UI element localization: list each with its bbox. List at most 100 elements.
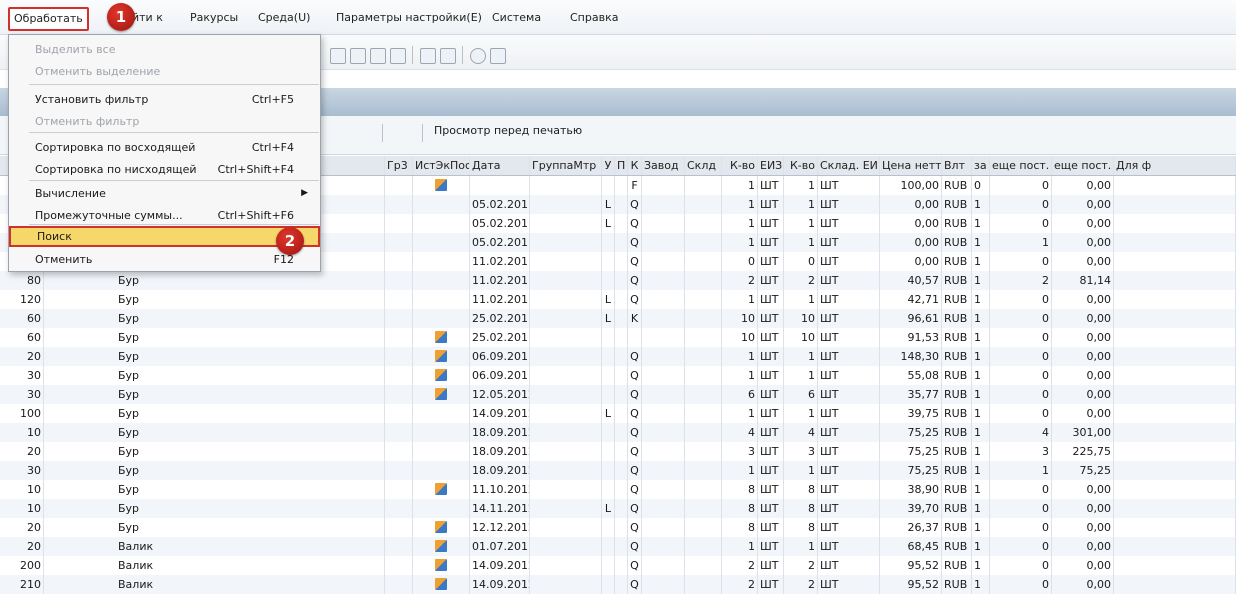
table-row[interactable]: 10 Бур 18.09.2012 Q 4 ШТ 4 ШТ 75,25 RUB 1 4 301,00 [0,423,1236,442]
cell-stock-uom[interactable]: ШТ [818,499,880,518]
cell-qty[interactable]: 1 [722,233,758,252]
cell-k[interactable]: Q [628,290,642,309]
cell-per[interactable]: 1 [972,480,990,499]
cell-stock-uom[interactable]: ШТ [818,423,880,442]
cell-plant[interactable] [642,195,685,214]
cell-u[interactable] [602,271,615,290]
cell-u[interactable] [602,537,615,556]
cell-date[interactable]: 06.09.2011 [470,366,530,385]
new-session-icon[interactable] [420,48,436,64]
column-header[interactable]: еще пост. [990,156,1052,175]
cell-per[interactable]: 1 [972,404,990,423]
cell-material-group[interactable] [530,271,602,290]
cell-for[interactable] [1114,404,1236,423]
cell-group3[interactable] [385,499,413,518]
cell-p[interactable] [615,518,628,537]
stock-chart-icon[interactable] [435,179,447,191]
cell-material-name[interactable]: Бур [44,366,385,385]
cell-stock-uom[interactable]: ШТ [818,347,880,366]
cell-still-to-deliver[interactable]: 0 [990,366,1052,385]
menu-item[interactable]: ПоискCt [9,226,320,247]
cell-source-icon[interactable] [413,499,470,518]
cell-u[interactable] [602,347,615,366]
table-row[interactable]: 30 Бур 18.09.2012 Q 1 ШТ 1 ШТ 75,25 RUB 1 1 75,25 [0,461,1236,480]
cell-for[interactable] [1114,347,1236,366]
cell-group3[interactable] [385,404,413,423]
cell-p[interactable] [615,328,628,347]
cell-for[interactable] [1114,366,1236,385]
cell-per[interactable]: 1 [972,385,990,404]
cell-u[interactable] [602,233,615,252]
cell-qty[interactable]: 2 [722,575,758,594]
cell-still-to-deliver[interactable]: 0 [990,214,1052,233]
cell-per[interactable]: 1 [972,309,990,328]
cell-qty2[interactable]: 1 [784,195,818,214]
cell-order-qty[interactable]: 30 [0,385,44,404]
cell-currency[interactable]: RUB [942,366,972,385]
cell-u[interactable] [602,366,615,385]
cell-storage[interactable] [685,328,722,347]
column-header[interactable]: К-во [722,156,758,175]
table-row[interactable]: 30 Бур 06.09.2011 Q 1 ШТ 1 ШТ 55,08 RUB 1 0 0,00 [0,366,1236,385]
cell-group3[interactable] [385,537,413,556]
menu-edit[interactable]: Обработать [8,7,89,31]
cell-still-to-deliver[interactable]: 4 [990,423,1052,442]
cell-group3[interactable] [385,423,413,442]
cell-for[interactable] [1114,537,1236,556]
cell-plant[interactable] [642,575,685,594]
cell-storage[interactable] [685,309,722,328]
cell-storage[interactable] [685,214,722,233]
cell-currency[interactable]: RUB [942,556,972,575]
cell-u[interactable]: L [602,309,615,328]
cell-material-group[interactable] [530,423,602,442]
cell-qty2[interactable]: 1 [784,176,818,195]
cell-currency[interactable]: RUB [942,347,972,366]
cell-net-price[interactable]: 68,45 [880,537,942,556]
cell-uom[interactable]: ШТ [758,252,784,271]
cell-for[interactable] [1114,385,1236,404]
cell-still-to-deliver-value[interactable]: 0,00 [1052,233,1114,252]
cell-group3[interactable] [385,575,413,594]
cell-for[interactable] [1114,575,1236,594]
stock-chart-icon[interactable] [435,578,447,590]
cell-currency[interactable]: RUB [942,233,972,252]
cell-still-to-deliver-value[interactable]: 0,00 [1052,575,1114,594]
cell-group3[interactable] [385,214,413,233]
cell-storage[interactable] [685,518,722,537]
cell-net-price[interactable]: 38,90 [880,480,942,499]
cell-p[interactable] [615,537,628,556]
cell-per[interactable]: 1 [972,518,990,537]
cell-storage[interactable] [685,461,722,480]
cell-date[interactable]: 05.02.2011 [470,214,530,233]
cell-p[interactable] [615,480,628,499]
cell-per[interactable]: 1 [972,271,990,290]
cell-group3[interactable] [385,461,413,480]
cell-for[interactable] [1114,423,1236,442]
cell-stock-uom[interactable]: ШТ [818,290,880,309]
cell-material-name[interactable]: Валик [44,575,385,594]
cell-per[interactable]: 0 [972,176,990,195]
cell-qty[interactable]: 1 [722,214,758,233]
cell-source-icon[interactable] [413,309,470,328]
cell-group3[interactable] [385,271,413,290]
cell-uom[interactable]: ШТ [758,575,784,594]
cell-storage[interactable] [685,271,722,290]
column-header[interactable]: К-во [784,156,818,175]
cell-k[interactable]: Q [628,480,642,499]
cell-for[interactable] [1114,271,1236,290]
cell-u[interactable] [602,480,615,499]
cell-currency[interactable]: RUB [942,252,972,271]
cell-uom[interactable]: ШТ [758,214,784,233]
table-row[interactable]: 30 Бур 12.05.2012 Q 6 ШТ 6 ШТ 35,77 RUB 1 0 0,00 [0,385,1236,404]
cell-source-icon[interactable] [413,575,470,594]
cell-order-qty[interactable]: 20 [0,442,44,461]
last-page-icon[interactable] [390,48,406,64]
cell-p[interactable] [615,195,628,214]
cell-qty2[interactable]: 1 [784,347,818,366]
shortcut-icon[interactable] [440,48,456,64]
cell-qty[interactable]: 10 [722,328,758,347]
layout-icon[interactable] [490,48,506,64]
cell-currency[interactable]: RUB [942,385,972,404]
cell-date[interactable]: 14.09.2012 [470,556,530,575]
cell-storage[interactable] [685,385,722,404]
